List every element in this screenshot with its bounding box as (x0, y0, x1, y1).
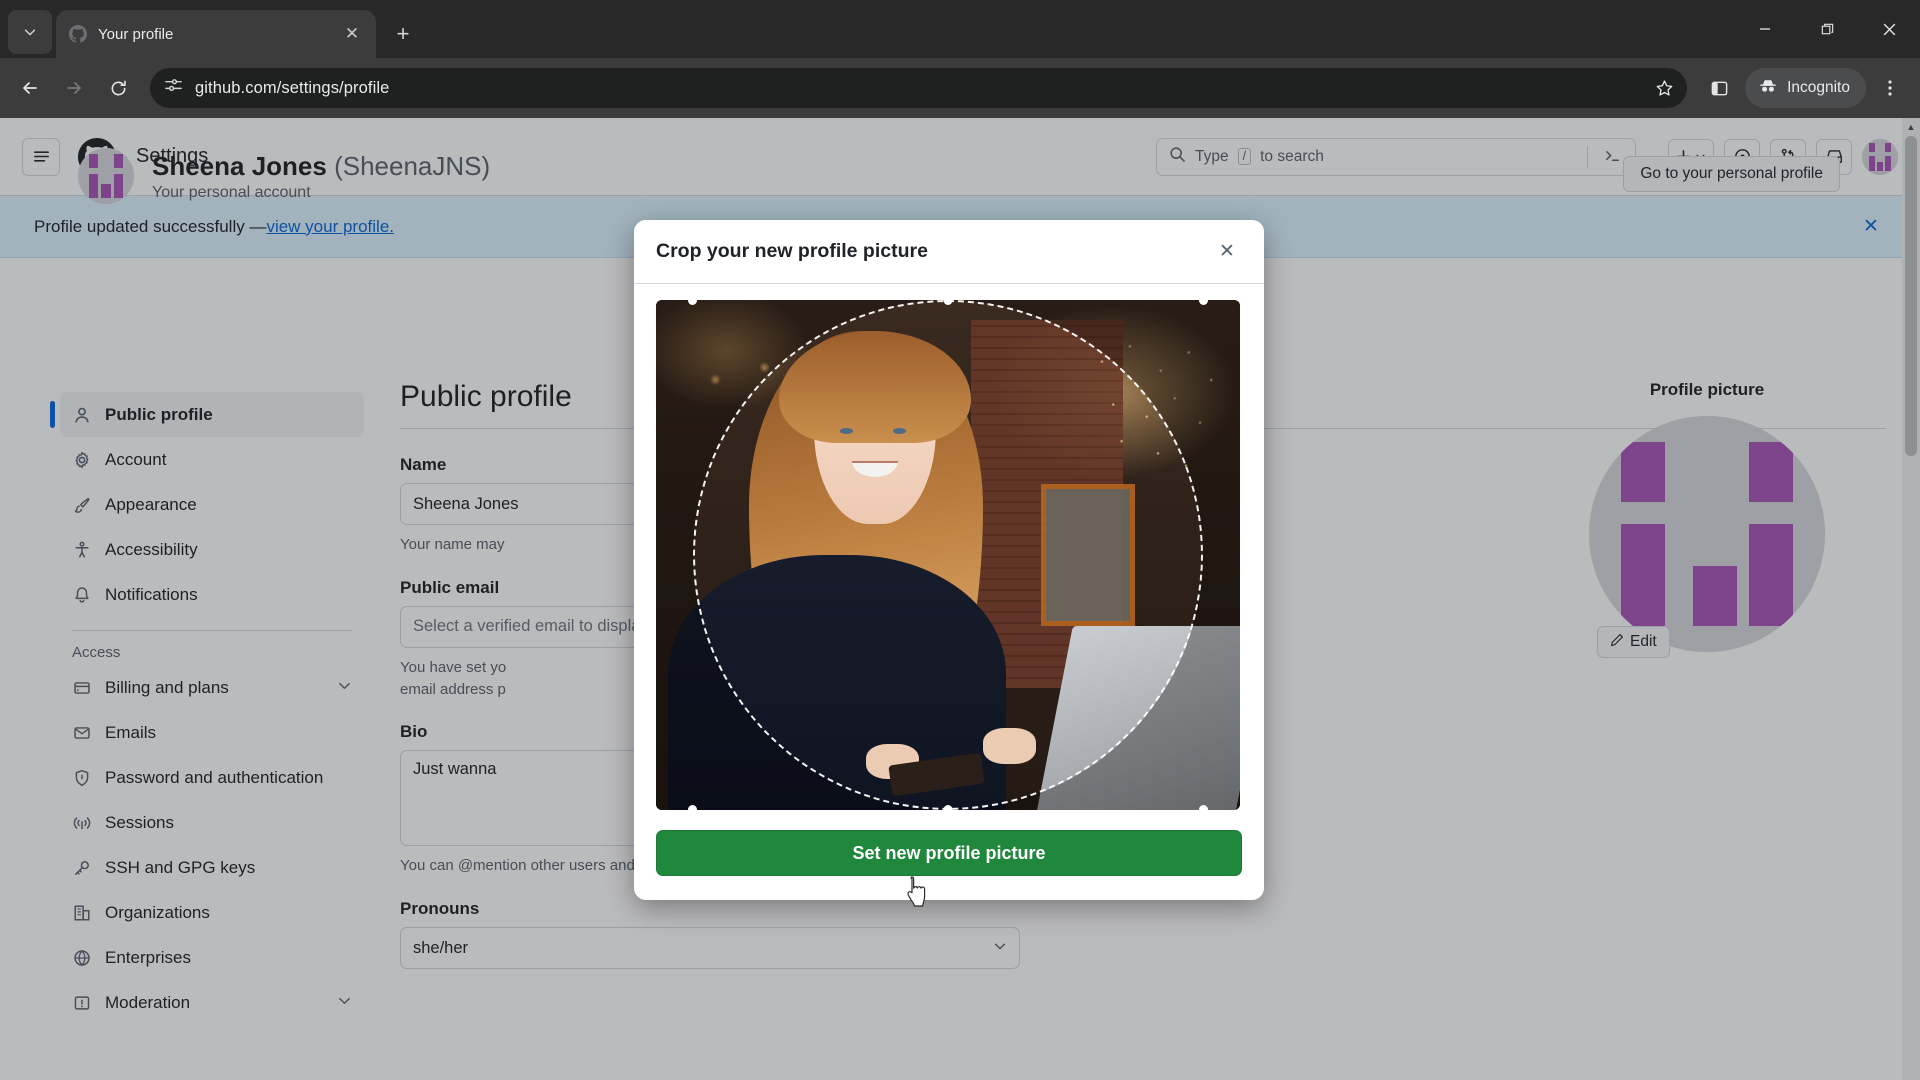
star-icon[interactable] (1647, 71, 1681, 105)
uploaded-photo (656, 300, 1240, 810)
dialog-title: Crop your new profile picture (656, 240, 928, 262)
url-text: github.com/settings/profile (195, 78, 390, 97)
photo-hand-right (983, 728, 1036, 765)
dialog-header: Crop your new profile picture ✕ (634, 220, 1264, 284)
crop-handle-bottom[interactable] (943, 805, 953, 810)
chevron-down-icon (24, 29, 36, 36)
photo-window (1041, 483, 1135, 627)
incognito-label: Incognito (1787, 79, 1850, 96)
tab-search-button[interactable] (8, 10, 52, 54)
browser-window: Your profile ✕ + github.com/settings/pro… (0, 0, 1920, 1080)
browser-toolbar: github.com/settings/profile Incognito (0, 58, 1920, 118)
tab-title: Your profile (98, 25, 174, 43)
crop-image-area[interactable] (656, 300, 1240, 810)
window-close-icon (1883, 23, 1895, 35)
reload-button[interactable] (98, 68, 138, 108)
minimize-button[interactable] (1734, 0, 1796, 58)
dialog-body (634, 284, 1264, 810)
github-favicon (68, 24, 88, 44)
maximize-button[interactable] (1796, 0, 1858, 58)
incognito-icon (1758, 76, 1778, 101)
dialog-close-button[interactable]: ✕ (1212, 237, 1242, 267)
photo-string-lights (1088, 330, 1229, 484)
browser-tab[interactable]: Your profile ✕ (56, 10, 376, 58)
side-panel-icon[interactable] (1699, 68, 1739, 108)
dialog-footer: Set new profile picture (634, 810, 1264, 900)
crop-handle-bottom-left[interactable] (688, 805, 697, 810)
forward-button[interactable] (54, 68, 94, 108)
incognito-indicator[interactable]: Incognito (1745, 68, 1866, 108)
photo-eye-left (839, 427, 853, 434)
window-close-button[interactable] (1858, 0, 1920, 58)
address-bar[interactable]: github.com/settings/profile (150, 68, 1688, 108)
three-dot-menu-icon[interactable] (1870, 68, 1910, 108)
set-new-profile-picture-button[interactable]: Set new profile picture (656, 830, 1242, 876)
tab-close-button[interactable]: ✕ (340, 22, 364, 46)
window-controls (1734, 0, 1920, 58)
crop-profile-picture-dialog: Crop your new profile picture ✕ Set new … (634, 220, 1264, 900)
back-button[interactable] (10, 68, 50, 108)
maximize-icon (1821, 23, 1833, 34)
crop-handle-bottom-right[interactable] (1199, 805, 1208, 810)
tab-strip: Your profile ✕ + (0, 0, 1920, 58)
site-settings-icon[interactable] (164, 76, 183, 100)
minimize-icon (1760, 28, 1770, 30)
photo-eye-right (892, 427, 906, 434)
arrow-right-icon (67, 82, 81, 94)
reload-icon (111, 80, 126, 95)
arrow-left-icon (23, 82, 37, 94)
new-tab-button[interactable]: + (386, 17, 420, 51)
